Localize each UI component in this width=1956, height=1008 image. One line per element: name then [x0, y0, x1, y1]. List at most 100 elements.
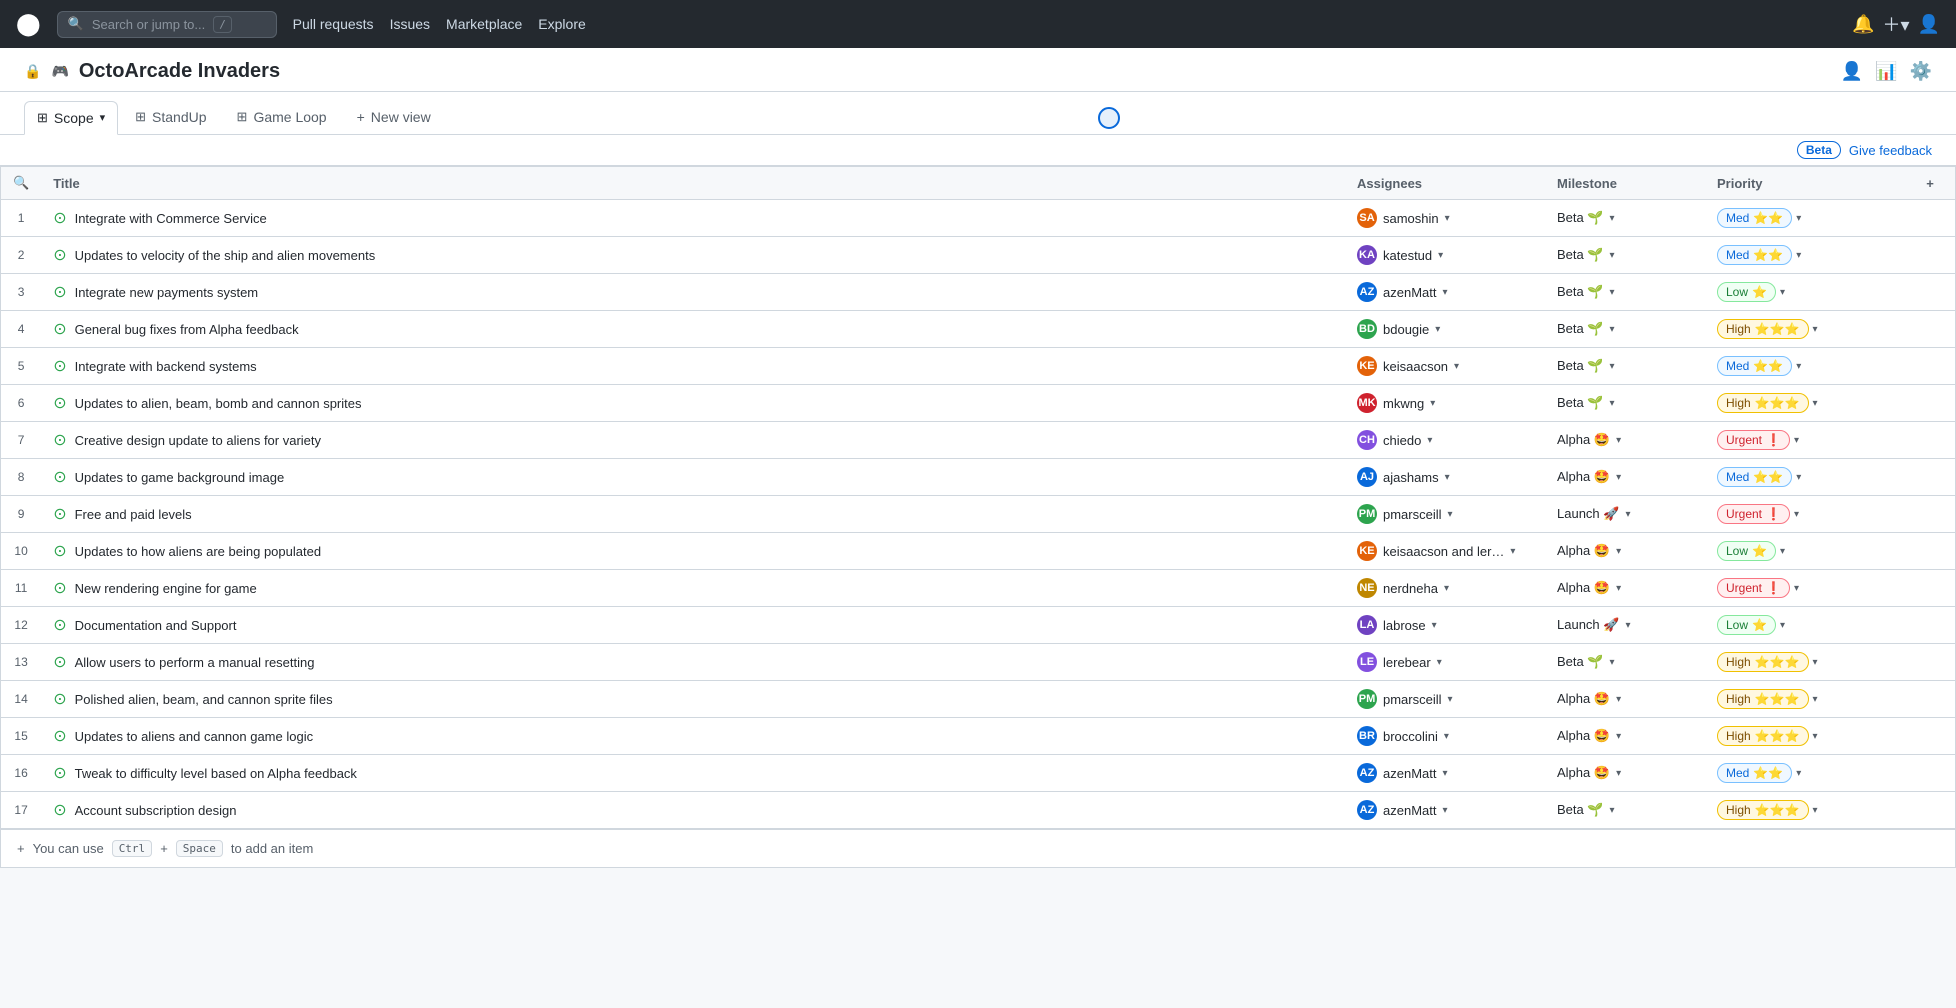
issue-title[interactable]: Tweak to difficulty level based on Alpha…: [75, 766, 357, 781]
priority-badge[interactable]: Urgent ❗: [1717, 578, 1790, 598]
priority-dropdown[interactable]: ▾: [1780, 287, 1785, 298]
issue-title[interactable]: Updates to alien, beam, bomb and cannon …: [75, 396, 362, 411]
priority-badge[interactable]: High ⭐⭐⭐: [1717, 726, 1809, 746]
assignee-dropdown[interactable]: ▾: [1448, 509, 1453, 520]
issue-title[interactable]: New rendering engine for game: [75, 581, 257, 596]
priority-badge[interactable]: Med ⭐⭐: [1717, 356, 1792, 376]
issue-title[interactable]: Creative design update to aliens for var…: [75, 433, 321, 448]
table-row[interactable]: 7 ⊙ Creative design update to aliens for…: [1, 422, 1955, 459]
priority-badge[interactable]: Urgent ❗: [1717, 504, 1790, 524]
priority-dropdown[interactable]: ▾: [1813, 398, 1818, 409]
assignee-dropdown[interactable]: ▾: [1442, 287, 1447, 298]
issue-title[interactable]: Integrate new payments system: [75, 285, 259, 300]
priority-dropdown[interactable]: ▾: [1796, 472, 1801, 483]
table-row[interactable]: 3 ⊙ Integrate new payments system AZ aze…: [1, 274, 1955, 311]
tab-gameloop[interactable]: ⊞ Game Loop: [224, 100, 340, 134]
milestone-dropdown[interactable]: ▾: [1610, 324, 1615, 335]
priority-badge[interactable]: High ⭐⭐⭐: [1717, 652, 1809, 672]
graph-icon[interactable]: 📊: [1875, 61, 1897, 82]
priority-badge[interactable]: Med ⭐⭐: [1717, 208, 1792, 228]
tab-new-view[interactable]: + New view: [344, 100, 444, 134]
priority-dropdown[interactable]: ▾: [1780, 546, 1785, 557]
table-row[interactable]: 8 ⊙ Updates to game background image AJ …: [1, 459, 1955, 496]
issue-title[interactable]: Integrate with backend systems: [75, 359, 257, 374]
priority-dropdown[interactable]: ▾: [1794, 509, 1799, 520]
issue-title[interactable]: General bug fixes from Alpha feedback: [75, 322, 299, 337]
assignee-dropdown[interactable]: ▾: [1438, 250, 1443, 261]
table-row[interactable]: 15 ⊙ Updates to aliens and cannon game l…: [1, 718, 1955, 755]
table-row[interactable]: 1 ⊙ Integrate with Commerce Service SA s…: [1, 200, 1955, 237]
issue-title[interactable]: Updates to how aliens are being populate…: [75, 544, 321, 559]
assignee-dropdown[interactable]: ▾: [1444, 583, 1449, 594]
milestone-dropdown[interactable]: ▾: [1616, 768, 1621, 779]
milestone-dropdown[interactable]: ▾: [1616, 731, 1621, 742]
assignee-dropdown[interactable]: ▾: [1435, 324, 1440, 335]
issue-title[interactable]: Free and paid levels: [75, 507, 192, 522]
milestone-dropdown[interactable]: ▾: [1616, 472, 1621, 483]
table-row[interactable]: 16 ⊙ Tweak to difficulty level based on …: [1, 755, 1955, 792]
assignee-dropdown[interactable]: ▾: [1442, 768, 1447, 779]
assignee-dropdown[interactable]: ▾: [1442, 805, 1447, 816]
priority-badge[interactable]: High ⭐⭐⭐: [1717, 800, 1809, 820]
new-icon[interactable]: ＋▾: [1883, 11, 1910, 37]
issue-title[interactable]: Documentation and Support: [75, 618, 237, 633]
table-row[interactable]: 4 ⊙ General bug fixes from Alpha feedbac…: [1, 311, 1955, 348]
milestone-dropdown[interactable]: ▾: [1616, 435, 1621, 446]
col-header-search[interactable]: 🔍: [1, 167, 41, 200]
priority-dropdown[interactable]: ▾: [1794, 583, 1799, 594]
priority-badge[interactable]: Low ⭐: [1717, 615, 1776, 635]
table-row[interactable]: 10 ⊙ Updates to how aliens are being pop…: [1, 533, 1955, 570]
issue-title[interactable]: Updates to velocity of the ship and alie…: [75, 248, 376, 263]
priority-dropdown[interactable]: ▾: [1780, 620, 1785, 631]
nav-pull-requests[interactable]: Pull requests: [293, 16, 374, 32]
milestone-dropdown[interactable]: ▾: [1616, 583, 1621, 594]
milestone-dropdown[interactable]: ▾: [1610, 361, 1615, 372]
priority-dropdown[interactable]: ▾: [1813, 657, 1818, 668]
table-row[interactable]: 14 ⊙ Polished alien, beam, and cannon sp…: [1, 681, 1955, 718]
assignee-dropdown[interactable]: ▾: [1445, 213, 1450, 224]
issue-title[interactable]: Account subscription design: [75, 803, 237, 818]
milestone-dropdown[interactable]: ▾: [1610, 398, 1615, 409]
priority-badge[interactable]: Urgent ❗: [1717, 430, 1790, 450]
priority-dropdown[interactable]: ▾: [1796, 768, 1801, 779]
priority-badge[interactable]: High ⭐⭐⭐: [1717, 393, 1809, 413]
priority-dropdown[interactable]: ▾: [1794, 435, 1799, 446]
table-row[interactable]: 6 ⊙ Updates to alien, beam, bomb and can…: [1, 385, 1955, 422]
col-header-add[interactable]: +: [1905, 167, 1955, 200]
priority-badge[interactable]: Low ⭐: [1717, 541, 1776, 561]
priority-dropdown[interactable]: ▾: [1796, 361, 1801, 372]
issue-title[interactable]: Updates to aliens and cannon game logic: [75, 729, 314, 744]
nav-issues[interactable]: Issues: [390, 16, 430, 32]
table-row[interactable]: 11 ⊙ New rendering engine for game NE ne…: [1, 570, 1955, 607]
assignee-dropdown[interactable]: ▾: [1445, 472, 1450, 483]
search-box[interactable]: 🔍 Search or jump to... /: [57, 11, 277, 38]
assignee-dropdown[interactable]: ▾: [1432, 620, 1437, 631]
tab-scope[interactable]: ⊞ Scope ▾: [24, 101, 118, 135]
tab-standup[interactable]: ⊞ StandUp: [122, 100, 219, 134]
milestone-dropdown[interactable]: ▾: [1616, 694, 1621, 705]
issue-title[interactable]: Polished alien, beam, and cannon sprite …: [75, 692, 333, 707]
assignee-dropdown[interactable]: ▾: [1430, 398, 1435, 409]
priority-dropdown[interactable]: ▾: [1813, 694, 1818, 705]
milestone-dropdown[interactable]: ▾: [1616, 546, 1621, 557]
profile-icon[interactable]: 👤: [1918, 14, 1940, 35]
assignee-dropdown[interactable]: ▾: [1510, 546, 1515, 557]
assignee-dropdown[interactable]: ▾: [1448, 694, 1453, 705]
table-row[interactable]: 13 ⊙ Allow users to perform a manual res…: [1, 644, 1955, 681]
milestone-dropdown[interactable]: ▾: [1625, 620, 1630, 631]
milestone-dropdown[interactable]: ▾: [1610, 250, 1615, 261]
assignee-dropdown[interactable]: ▾: [1427, 435, 1432, 446]
priority-badge[interactable]: Low ⭐: [1717, 282, 1776, 302]
milestone-dropdown[interactable]: ▾: [1610, 213, 1615, 224]
give-feedback-link[interactable]: Give feedback: [1849, 143, 1932, 158]
priority-dropdown[interactable]: ▾: [1813, 324, 1818, 335]
priority-dropdown[interactable]: ▾: [1813, 805, 1818, 816]
table-row[interactable]: 2 ⊙ Updates to velocity of the ship and …: [1, 237, 1955, 274]
table-row[interactable]: 5 ⊙ Integrate with backend systems KE ke…: [1, 348, 1955, 385]
notification-icon[interactable]: 🔔: [1852, 14, 1874, 35]
table-row[interactable]: 17 ⊙ Account subscription design AZ azen…: [1, 792, 1955, 829]
priority-dropdown[interactable]: ▾: [1796, 213, 1801, 224]
assignee-dropdown[interactable]: ▾: [1444, 731, 1449, 742]
milestone-dropdown[interactable]: ▾: [1610, 657, 1615, 668]
add-footer-plus[interactable]: +: [17, 841, 25, 856]
